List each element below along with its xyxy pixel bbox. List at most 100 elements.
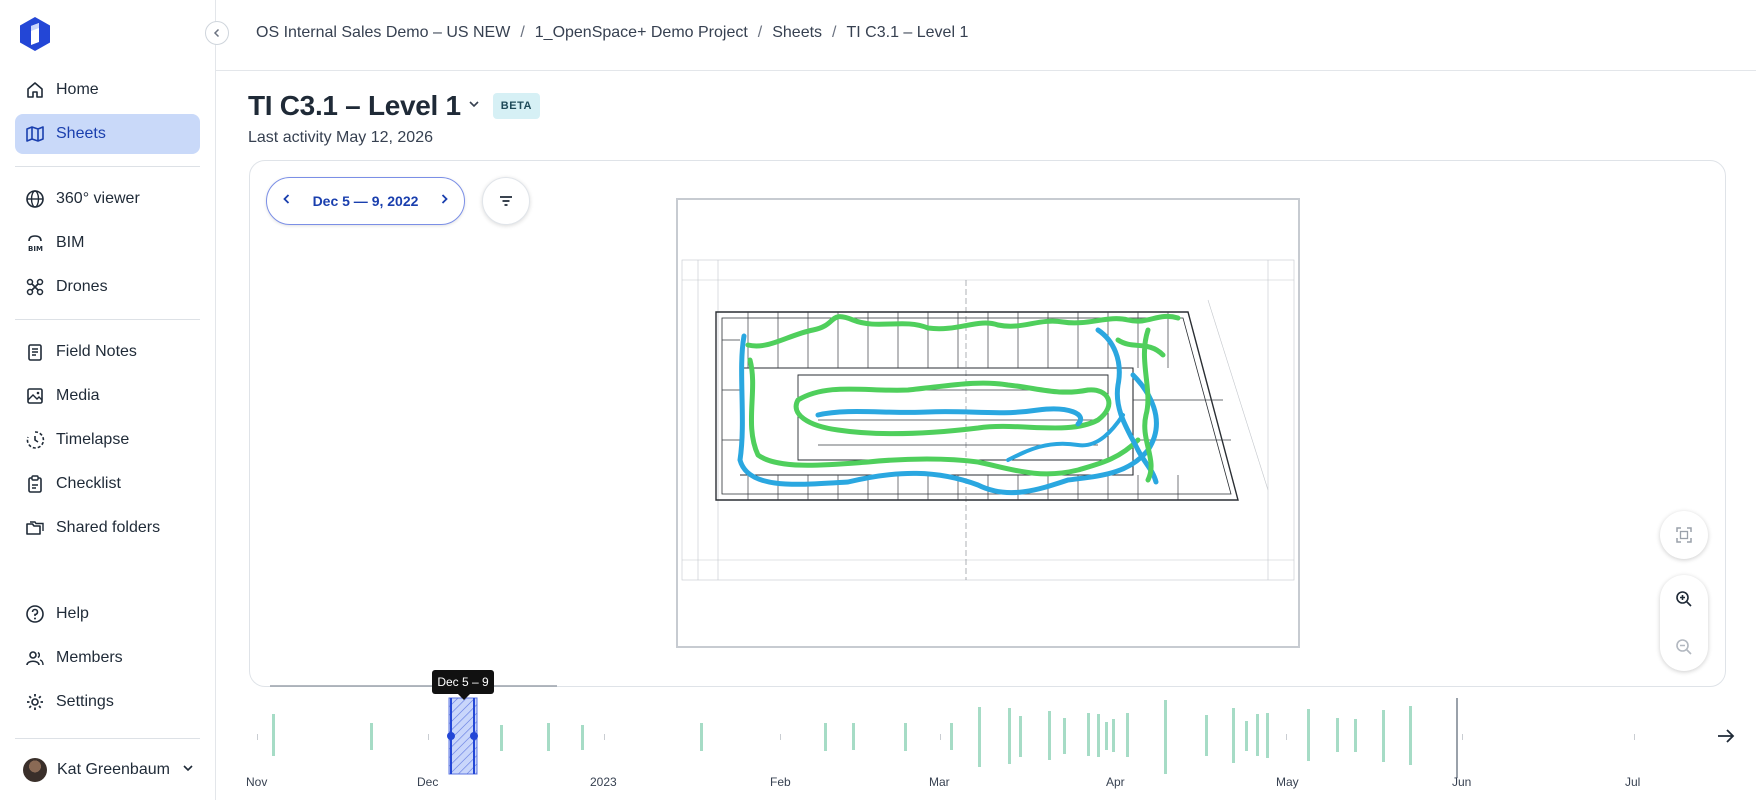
capture-bar[interactable] [1112, 719, 1115, 752]
page-title[interactable]: TI C3.1 – Level 1 [248, 90, 461, 122]
sidebar-divider [15, 738, 200, 739]
capture-bar[interactable] [547, 723, 550, 751]
fit-to-screen-button[interactable] [1660, 511, 1708, 559]
breadcrumb: OS Internal Sales Demo – US NEW / 1_Open… [256, 24, 968, 42]
capture-bar[interactable] [1232, 708, 1235, 763]
capture-bar[interactable] [1336, 718, 1339, 752]
chevron-down-icon[interactable] [467, 97, 481, 116]
capture-bar[interactable] [1048, 711, 1051, 760]
capture-bar[interactable] [978, 707, 981, 767]
zoom-in-icon [1676, 591, 1692, 607]
openspace-logo-icon[interactable] [18, 16, 52, 52]
sidebar-item-shared-folders[interactable]: Shared folders [15, 508, 200, 548]
breadcrumb-sheets[interactable]: Sheets [772, 24, 822, 42]
capture-bar[interactable] [1256, 714, 1259, 756]
sidebar-item-timelapse[interactable]: Timelapse [15, 420, 200, 460]
chevron-left-icon[interactable] [281, 192, 293, 210]
capture-bar[interactable] [1307, 709, 1310, 761]
capture-bar[interactable] [1354, 719, 1357, 752]
sidebar-item-settings[interactable]: Settings [15, 682, 200, 722]
gear-icon [24, 691, 46, 713]
breadcrumb-separator: / [832, 24, 837, 41]
title-row: TI C3.1 – Level 1 BETA [248, 90, 540, 122]
sidebar-item-sheets[interactable]: Sheets [15, 114, 200, 154]
sidebar-item-label: Timelapse [56, 431, 130, 448]
breadcrumb-organization[interactable]: OS Internal Sales Demo – US NEW [256, 24, 510, 42]
sheet-viewer[interactable]: Dec 5 — 9, 2022 [249, 160, 1726, 687]
user-menu[interactable]: Kat Greenbaum [15, 752, 200, 788]
timeline-month-label: Jun [1452, 775, 1472, 789]
sidebar-item-media[interactable]: Media [15, 376, 200, 416]
sidebar-item-360-viewer[interactable]: 360° viewer [15, 179, 200, 219]
floor-plan-sheet[interactable] [676, 198, 1300, 648]
collapse-sidebar-button[interactable] [205, 21, 229, 45]
sidebar-item-label: Home [56, 81, 99, 98]
capture-bar[interactable] [272, 714, 275, 756]
arrow-right-icon [1718, 729, 1735, 743]
sidebar-item-drones[interactable]: Drones [15, 267, 200, 307]
capture-bar[interactable] [700, 723, 703, 751]
capture-bar[interactable] [1126, 713, 1129, 757]
timelapse-icon [24, 429, 46, 451]
capture-bar[interactable] [500, 725, 503, 751]
sidebar-item-label: BIM [56, 234, 85, 251]
sidebar-item-label: Shared folders [56, 519, 161, 536]
sidebar-item-bim[interactable]: BIM BIM [15, 223, 200, 263]
selected-range-handle[interactable] [447, 697, 478, 775]
capture-bar[interactable] [1266, 713, 1269, 758]
chevron-right-icon[interactable] [438, 192, 450, 210]
capture-bar[interactable] [1019, 716, 1022, 757]
clipboard-icon [24, 473, 46, 495]
capture-bar[interactable] [1105, 722, 1108, 750]
folder-icon [24, 517, 46, 539]
beta-badge: BETA [492, 93, 540, 119]
capture-bar[interactable] [1382, 710, 1385, 762]
map-icon [24, 123, 46, 145]
capture-bar[interactable] [581, 725, 584, 750]
timeline-next-button[interactable] [1712, 724, 1740, 748]
timeline-month-label: Feb [770, 775, 791, 789]
sidebar-item-label: Settings [56, 693, 114, 710]
floor-plan-drawing [681, 259, 1295, 581]
capture-bar[interactable] [1205, 715, 1208, 756]
capture-bar[interactable] [1063, 718, 1066, 754]
filter-button[interactable] [482, 177, 530, 225]
capture-bar[interactable] [370, 723, 373, 750]
zoom-controls [1660, 575, 1708, 671]
zoom-out-button[interactable] [1660, 623, 1708, 671]
timeline-month-label: May [1276, 775, 1299, 789]
capture-bar[interactable] [1164, 700, 1167, 774]
timeline-month-label: Mar [929, 775, 950, 789]
capture-bar[interactable] [1409, 706, 1412, 765]
header-divider [216, 70, 1756, 71]
sidebar-item-label: Help [56, 605, 89, 622]
date-range-label[interactable]: Dec 5 — 9, 2022 [313, 193, 419, 209]
capture-bar[interactable] [1245, 721, 1248, 751]
capture-bar[interactable] [1087, 713, 1090, 756]
capture-bar[interactable] [950, 723, 953, 750]
capture-bar[interactable] [904, 723, 907, 751]
breadcrumb-project[interactable]: 1_OpenSpace+ Demo Project [535, 24, 748, 42]
sidebar-item-members[interactable]: Members [15, 638, 200, 678]
svg-text:BIM: BIM [28, 245, 43, 253]
capture-bar[interactable] [1097, 714, 1100, 757]
users-icon [24, 647, 46, 669]
fit-screen-icon [1676, 527, 1692, 543]
chevron-down-icon [182, 761, 194, 779]
zoom-out-icon [1676, 639, 1692, 655]
capture-bar[interactable] [852, 723, 855, 750]
capture-bar[interactable] [824, 723, 827, 751]
sidebar-item-field-notes[interactable]: Field Notes [15, 332, 200, 372]
sidebar-item-home[interactable]: Home [15, 70, 200, 110]
timeline-tooltip: Dec 5 – 9 [432, 670, 494, 700]
bim-icon: BIM [24, 232, 46, 254]
home-icon [24, 79, 46, 101]
breadcrumb-current-sheet: TI C3.1 – Level 1 [846, 24, 969, 41]
zoom-in-button[interactable] [1660, 575, 1708, 623]
capture-bar[interactable] [1008, 708, 1011, 764]
today-marker [1456, 698, 1458, 778]
sidebar-divider [15, 166, 200, 167]
sidebar-item-help[interactable]: Help [15, 594, 200, 634]
sidebar-item-label: Members [56, 649, 123, 666]
sidebar-item-checklist[interactable]: Checklist [15, 464, 200, 504]
